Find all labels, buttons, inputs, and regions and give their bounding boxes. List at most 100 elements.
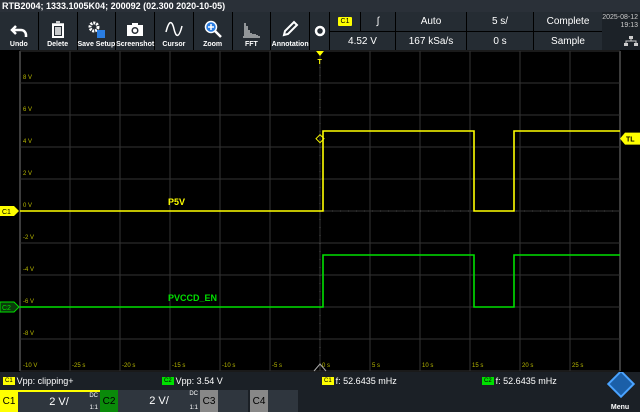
channel-scale: 2 V/	[149, 395, 169, 407]
x-tick-label: -5 s	[272, 363, 282, 369]
menu-button[interactable]: Menu	[600, 369, 640, 412]
x-tick-label: -10 s	[222, 363, 235, 369]
horizontal-position[interactable]: 0 s	[467, 32, 533, 50]
toolbar-label: Screenshot	[116, 41, 155, 48]
measurement-value: f: 52.6435 mHz	[335, 376, 397, 386]
toolbar-label: Undo	[9, 41, 28, 48]
time: 19:13	[620, 22, 638, 29]
trigger-source[interactable]: C1	[330, 12, 360, 31]
measurement-3[interactable]: C2 f: 52.6435 mHz	[482, 376, 557, 386]
trigger-panel: C1 ∫ Auto 5 s/ Complete 4.52 V 167 kSa/s…	[330, 12, 602, 50]
toolbar-label: FFT	[244, 41, 258, 48]
trigger-level-tag: TL	[626, 137, 635, 144]
channel-c4-button[interactable]: C4	[250, 390, 298, 412]
toolbar-cursor-button[interactable]: Cursor	[155, 12, 194, 50]
toolbar-zoom-button[interactable]: Zoom	[193, 12, 233, 50]
trigger-mode[interactable]: Auto	[396, 12, 466, 31]
measurement-bar: C1 Vpp: clipping+ C2 Vpp: 3.54 V C1 f: 52.643…	[0, 372, 600, 390]
measurement-channel-tag: C1	[322, 377, 334, 385]
y-tick-label: 8 V	[23, 75, 32, 81]
measurement-0[interactable]: C1 Vpp: clipping+	[3, 376, 73, 386]
toolbar-delete-button[interactable]: Delete	[38, 12, 78, 50]
toolbar-label: Annotation	[271, 41, 309, 48]
camera-icon	[127, 23, 144, 36]
y-tick-label: -6 V	[23, 299, 34, 305]
date: 2025-08-12	[602, 14, 638, 21]
measurement-value: Vpp: 3.54 V	[175, 376, 223, 386]
fft-icon	[243, 23, 261, 38]
x-tick-label: 25 s	[572, 363, 583, 369]
date-time: 2025-08-12 19:13	[602, 12, 640, 50]
channel-marker-label: C1	[2, 209, 11, 216]
x-tick-label: -20 s	[122, 363, 135, 369]
toolbar-annotation-button[interactable]: Annotation	[271, 12, 310, 50]
channel-name: C1	[0, 390, 18, 412]
trigger-level[interactable]: 4.52 V	[330, 32, 395, 50]
measurement-channel-tag: C2	[482, 377, 494, 385]
y-tick-label: -8 V	[23, 331, 34, 337]
channel-c3-button[interactable]: C3	[200, 390, 248, 412]
measurement-value: f: 52.6435 mHz	[495, 376, 557, 386]
channel-scale: 2 V/	[49, 396, 69, 408]
trigger-position-tag: T	[318, 59, 323, 66]
toolbar-label: Zoom	[203, 41, 223, 48]
x-tick-label: 10 s	[422, 363, 433, 369]
undo-icon	[10, 25, 28, 37]
y-tick-label: 6 V	[23, 107, 32, 113]
measurement-1[interactable]: C2 Vpp: 3.54 V	[162, 376, 223, 386]
save-setup-icon	[88, 21, 106, 38]
channel-c2-button[interactable]: C2 2 V/DC 1:1	[100, 390, 200, 412]
probe-ratio: 1:1	[89, 405, 98, 411]
waveform-label-c1: P5V	[168, 197, 185, 207]
y-tick-label: 0 V	[23, 203, 32, 209]
toolbar-label: Cursor	[162, 41, 186, 48]
zoom-icon	[204, 20, 222, 38]
channel-name: C3	[200, 390, 218, 412]
trigger-source-tag: C1	[337, 17, 353, 26]
x-tick-label: 20 s	[522, 363, 533, 369]
channel-marker-label: C2	[2, 305, 11, 312]
toolbar-label: Delete	[47, 41, 69, 48]
acq-status[interactable]: Complete	[534, 12, 602, 31]
channel-name: C2	[100, 390, 118, 412]
y-tick-label: 2 V	[23, 171, 32, 177]
toolbar-label: Save Setup	[77, 41, 116, 48]
probe-ratio: 1:1	[189, 405, 198, 411]
timebase[interactable]: 5 s/	[467, 12, 533, 31]
trigger-position-arrow	[316, 51, 324, 56]
sample-rate[interactable]: 167 kSa/s	[396, 32, 466, 50]
y-tick-label: -2 V	[23, 235, 34, 241]
x-tick-label: -15 s	[172, 363, 185, 369]
toolbar: Undo Delete Save Setup Screenshot Cursor Zoom…	[0, 12, 310, 50]
y-tick-label: -10 V	[23, 363, 37, 369]
measurement-channel-tag: C2	[162, 377, 174, 385]
x-tick-label: 5 s	[372, 363, 380, 369]
waveform-label-c2: PVCCD_EN	[168, 293, 217, 303]
toolbar-fft-button[interactable]: FFT	[232, 12, 272, 50]
waveform-display[interactable]: 8 V 6 V 4 V 2 V 0 V -2 V -4 V -6 V -8 V -10 V -25 …	[0, 50, 640, 372]
toolbar-undo-button[interactable]: Undo	[0, 12, 39, 50]
network-icon	[624, 36, 638, 46]
trigger-slope[interactable]: ∫	[361, 12, 395, 31]
measurement-value: Vpp: clipping+	[16, 376, 74, 386]
rs-logo-icon	[606, 369, 636, 399]
channel-coupling: DC	[189, 391, 198, 397]
menu-label: Menu	[610, 404, 630, 411]
channel-bar: C1 2 V/DC 1:1 C2 2 V/DC 1:1 C3 C4	[0, 390, 600, 412]
run-stop-button[interactable]	[310, 12, 330, 50]
y-tick-label: 4 V	[23, 139, 32, 145]
toolbar-save-setup-button[interactable]: Save Setup	[77, 12, 117, 50]
measurement-2[interactable]: C1 f: 52.6435 mHz	[322, 376, 397, 386]
channel-c1-button[interactable]: C1 2 V/DC 1:1	[0, 390, 100, 412]
toolbar-screenshot-button[interactable]: Screenshot	[116, 12, 155, 50]
x-tick-label: 15 s	[472, 363, 483, 369]
y-tick-label: -4 V	[23, 267, 34, 273]
channel-coupling: DC	[89, 393, 98, 399]
cursor-icon	[165, 21, 183, 37]
x-tick-label: -25 s	[72, 363, 85, 369]
window-title: RTB2004; 1333.1005K04; 200092 (02.300 20…	[0, 0, 640, 12]
run-stop-icon	[314, 25, 326, 37]
acquisition-mode[interactable]: Sample	[534, 32, 602, 50]
channel-name: C4	[250, 390, 268, 412]
trash-icon	[51, 21, 64, 38]
